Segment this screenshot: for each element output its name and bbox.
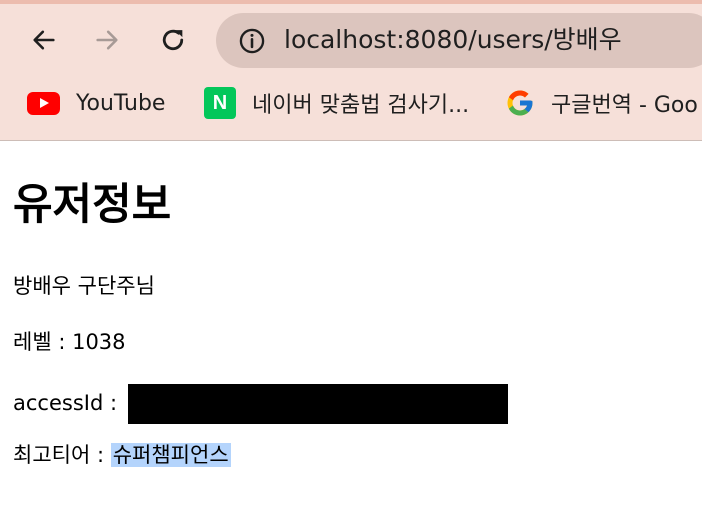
url-text[interactable]: localhost:8080/users/방배우 [284,24,622,56]
site-info-icon[interactable] [238,27,266,55]
level-value: 1038 [72,330,126,354]
address-bar[interactable]: localhost:8080/users/방배우 [216,13,702,68]
best-tier-value: 슈퍼챔피언스 [110,443,231,467]
reload-button[interactable] [155,22,191,58]
forward-arrow-icon [96,30,118,50]
level-label: 레벨 : [13,330,73,354]
google-icon [507,90,533,116]
best-tier-label: 최고티어 : [13,443,111,467]
bookmark-label: YouTube [76,90,166,116]
access-id-row: accessId : [13,384,508,424]
back-button[interactable] [26,22,62,58]
access-id-label: accessId : [13,391,124,415]
access-id-redacted-value [127,384,508,424]
user-name: 방배우 구단주님 [13,274,155,298]
level-row: 레벨 : 1038 [13,327,126,357]
bookmark-label: 구글번역 - Goo [551,93,698,118]
bookmark-youtube[interactable]: YouTube [27,86,165,120]
browser-chrome: localhost:8080/users/방배우 YouTube N 네이버 맞… [0,0,702,141]
tab-strip-edge [0,0,702,4]
best-tier-row: 최고티어 : 슈퍼챔피언스 [13,440,231,470]
naver-icon: N [204,87,236,119]
forward-button[interactable] [89,22,125,58]
bookmark-naver-spellcheck[interactable]: N 네이버 맞춤법 검사기... [204,86,469,120]
youtube-icon [27,91,60,115]
page-title: 유저정보 [13,180,172,230]
reload-icon [162,29,184,51]
back-arrow-icon [33,30,55,50]
bookmark-label: 네이버 맞춤법 검사기... [252,93,470,118]
bookmark-google-translate[interactable]: 구글번역 - Goo [505,86,698,120]
